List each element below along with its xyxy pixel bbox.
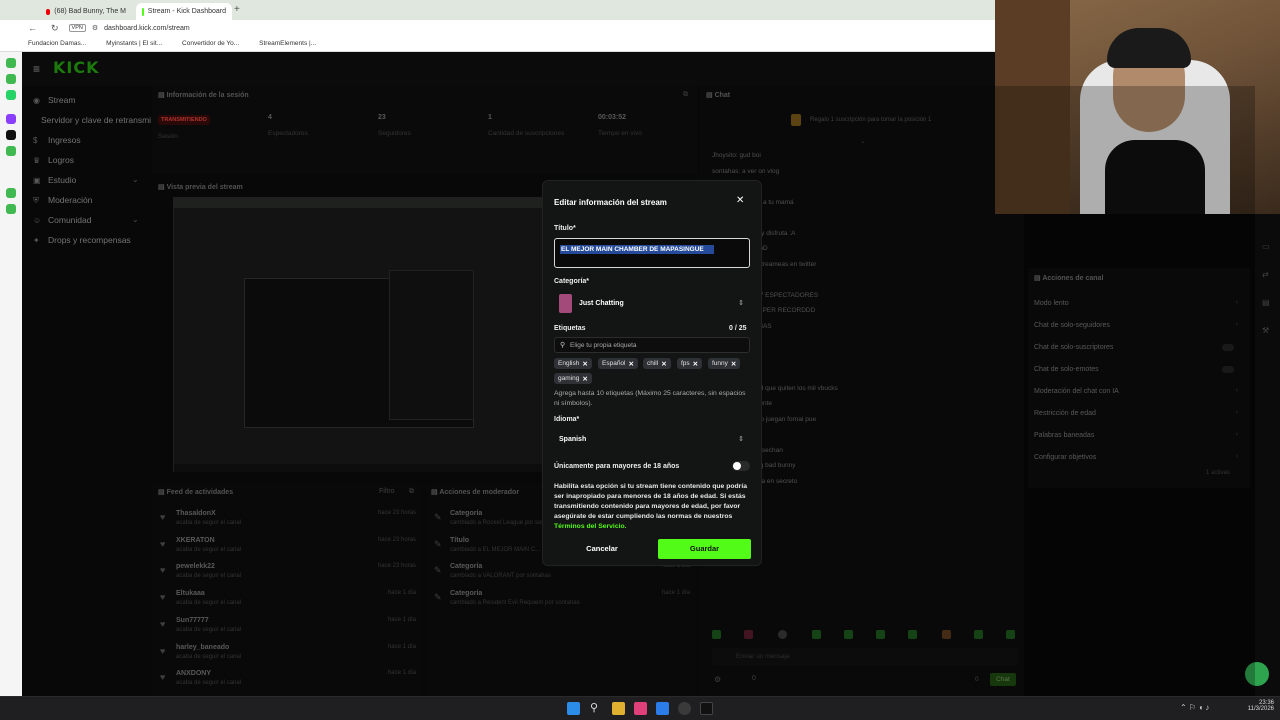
tag-chip[interactable]: gaming ✕ <box>554 373 592 384</box>
cancel-button[interactable]: Cancelar <box>554 539 650 559</box>
menu-icon[interactable]: ≡ <box>33 62 40 76</box>
chevron-updown-icon: ⇕ <box>738 436 744 443</box>
tags-label: Etiquetas <box>554 325 586 332</box>
tag-label: gaming <box>558 375 580 382</box>
start-icon[interactable] <box>567 702 580 715</box>
sidebar-app-icon[interactable] <box>6 146 16 156</box>
language-label: Idioma* <box>554 416 580 423</box>
tag-label: chill <box>647 360 659 367</box>
remove-tag-icon[interactable]: ✕ <box>582 375 587 383</box>
browser-tab-label: Stream - Kick Dashboard <box>147 8 226 15</box>
chevron-updown-icon: ⇕ <box>738 300 744 307</box>
adult-help-text: Habilita esta opción si tu stream tiene … <box>554 483 747 530</box>
server-icon[interactable]: ▤ <box>1262 298 1270 307</box>
sidebar-app-icon[interactable] <box>6 188 16 198</box>
edit-stream-modal: Editar información del stream ✕ Título* … <box>542 180 762 566</box>
right-toolbar <box>1255 214 1280 696</box>
bookmark-item[interactable]: Fundacion Damas... <box>28 40 86 47</box>
bookmarks-bar: Fundacion Damas... Myinstants | El sit..… <box>0 36 995 52</box>
taskbar: ⚲ ⌃ ⚐ ◖ ♪ 23:36 11/3/2026 <box>0 696 1280 720</box>
tags-help-text: Agrega hasta 10 etiquetas (Máximo 25 car… <box>554 390 746 407</box>
search-icon: ⚲ <box>560 342 566 349</box>
remove-tag-icon[interactable]: ✕ <box>731 360 736 368</box>
tag-chip[interactable]: chill ✕ <box>643 358 671 369</box>
youtube-icon <box>46 8 51 15</box>
browser-icon[interactable] <box>678 702 691 715</box>
tag-label: fps <box>681 360 690 367</box>
category-select[interactable]: Just Chatting ⇕ <box>554 292 750 316</box>
tags-counter: 0 / 25 <box>729 325 747 332</box>
terms-link[interactable]: Términos del Servicio. <box>554 523 627 530</box>
language-value: Spanish <box>559 436 587 443</box>
x-icon[interactable] <box>6 130 16 140</box>
title-input[interactable]: EL MEJOR MAIN CHAMBER DE MAPASINGUE <box>554 238 750 268</box>
title-label: Título* <box>554 225 576 232</box>
tag-label: English <box>558 360 580 367</box>
kick-logo[interactable]: KICK <box>53 58 100 77</box>
toggle-knob <box>733 462 741 470</box>
sidebar-app-icon[interactable] <box>6 74 16 84</box>
modal-title: Editar información del stream <box>554 198 667 207</box>
app-icon[interactable] <box>656 702 669 715</box>
save-button[interactable]: Guardar <box>658 539 751 559</box>
reload-icon[interactable]: ↻ <box>51 23 59 34</box>
language-select[interactable]: Spanish ⇕ <box>554 430 750 450</box>
remove-tag-icon[interactable]: ✕ <box>693 360 698 368</box>
remove-tag-icon[interactable]: ✕ <box>629 360 634 368</box>
swap-icon[interactable]: ⇄ <box>1262 270 1269 279</box>
url-field[interactable]: dashboard.kick.com/stream <box>104 25 190 32</box>
remove-tag-icon[interactable]: ✕ <box>582 360 587 368</box>
tool-icon[interactable]: ⚒ <box>1262 326 1269 335</box>
app-icon[interactable] <box>700 702 713 715</box>
tag-chip[interactable]: funny ✕ <box>708 358 741 369</box>
clock[interactable]: 23:36 11/3/2026 <box>1240 700 1274 712</box>
clock-date: 11/3/2026 <box>1247 706 1274 712</box>
bookmark-item[interactable]: Myinstants | El sit... <box>106 40 162 47</box>
new-tab-icon[interactable]: + <box>234 4 240 15</box>
whatsapp-icon[interactable] <box>6 90 16 100</box>
tags-input[interactable]: ⚲ Elige tu propia etiqueta <box>554 337 750 353</box>
browser-sidebar <box>0 0 22 700</box>
tag-chip[interactable]: Español ✕ <box>598 358 638 369</box>
twitch-icon[interactable] <box>6 114 16 124</box>
tags-input-placeholder: Elige tu propia etiqueta <box>570 342 637 349</box>
sidebar-app-icon[interactable] <box>6 58 16 68</box>
folder-icon[interactable] <box>612 702 625 715</box>
site-info-icon[interactable]: ⚙ <box>92 24 98 32</box>
sidebar-app-icon[interactable] <box>6 204 16 214</box>
browser-tab[interactable]: (68) Bad Bunny, The M <box>40 3 132 20</box>
kick-favicon-icon <box>142 7 144 16</box>
tag-chip[interactable]: English ✕ <box>554 358 592 369</box>
bookmark-item[interactable]: Convertidor de Yo... <box>182 40 239 47</box>
adult-label: Únicamente para mayores de 18 años <box>554 463 680 470</box>
search-icon[interactable]: ⚲ <box>590 702 603 715</box>
tag-label: funny <box>712 360 728 367</box>
remove-tag-icon[interactable]: ✕ <box>661 360 666 368</box>
tag-label: Español <box>602 360 626 367</box>
app-icon[interactable] <box>634 702 647 715</box>
close-icon[interactable]: ✕ <box>736 195 744 206</box>
adult-toggle[interactable] <box>732 461 750 471</box>
category-label: Categoría* <box>554 278 590 285</box>
tag-chip[interactable]: fps ✕ <box>677 358 703 369</box>
back-icon[interactable]: ← <box>28 23 37 33</box>
browser-tab-label: (68) Bad Bunny, The M <box>54 8 126 15</box>
browser-tab-bar: (68) Bad Bunny, The M Stream - Kick Dash… <box>0 0 995 20</box>
bookmark-item[interactable]: StreamElements |... <box>259 40 316 47</box>
chat-icon[interactable]: ▭ <box>1262 242 1270 251</box>
category-thumbnail <box>559 294 572 313</box>
title-input-value: EL MEJOR MAIN CHAMBER DE MAPASINGUE <box>560 245 714 254</box>
address-bar: ← ↻ VPN ⚙ dashboard.kick.com/stream <box>0 20 995 36</box>
browser-tab-active[interactable]: Stream - Kick Dashboard <box>136 3 232 20</box>
tray-icons[interactable]: ⌃ ⚐ ◖ ♪ <box>1180 703 1209 712</box>
category-value: Just Chatting <box>579 300 624 307</box>
vpn-badge[interactable]: VPN <box>68 24 86 32</box>
